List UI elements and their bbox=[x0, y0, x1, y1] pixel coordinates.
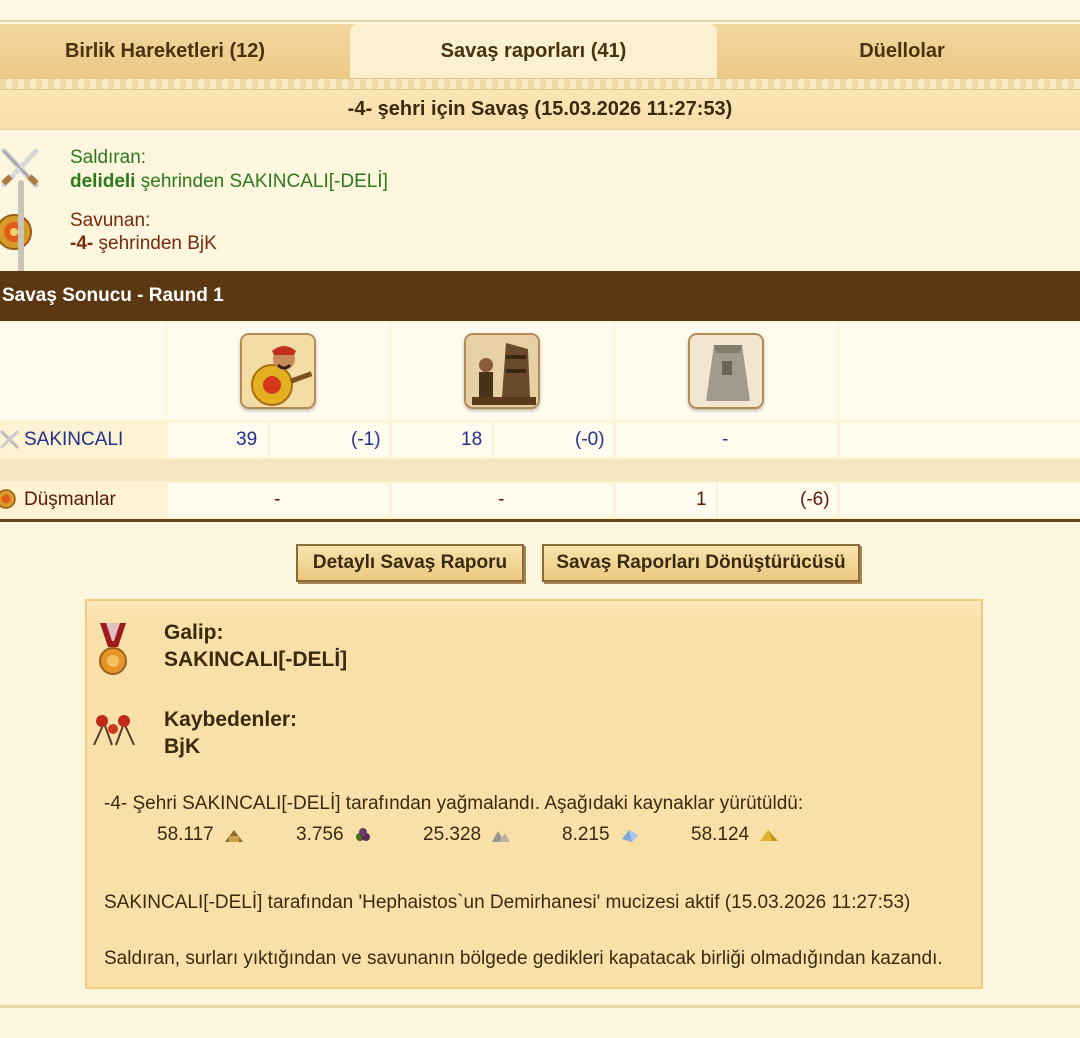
enemy-army-row: Düşmanlar - - 1 (-6) bbox=[0, 481, 1080, 519]
empty-cell bbox=[840, 323, 1080, 419]
unit-cell bbox=[392, 323, 613, 419]
losers-name: BjK bbox=[164, 735, 201, 758]
defender-city-text: şehrinden BjK bbox=[98, 233, 217, 254]
unit-cell bbox=[168, 323, 389, 419]
report-title: -4- şehri için Savaş (15.03.2026 11:27:5… bbox=[0, 90, 1080, 130]
attacker-city-text: şehrinden SAKINCALI[-DELİ] bbox=[140, 171, 388, 192]
medal-icon bbox=[99, 623, 127, 675]
battle-summary-box: Galip: SAKINCALI[-DELİ] Kaybedenler: BjK… bbox=[85, 599, 983, 989]
defender-heading: Savunan: bbox=[70, 210, 151, 231]
enemy-army-name: Düşmanlar bbox=[24, 489, 116, 510]
attacker-heading: Saldıran: bbox=[70, 147, 147, 168]
losers-label: Kaybedenler: bbox=[164, 708, 298, 731]
hoplite-unit-icon[interactable] bbox=[240, 333, 316, 409]
resource-sulfur: 58.124 bbox=[691, 824, 780, 846]
defender-line: -4- şehrinden BjK bbox=[70, 233, 217, 255]
marble-icon bbox=[492, 830, 511, 842]
top-strip bbox=[0, 0, 1080, 22]
resource-wood: 58.117 bbox=[157, 824, 245, 846]
report-converter-button[interactable]: Savaş Raporları Dönüştürücüsü bbox=[542, 544, 860, 582]
resource-wine: 3.756 bbox=[296, 824, 375, 846]
unit-images-row bbox=[0, 321, 1080, 422]
own-army-row: SAKINCALI 39 (-1) 18 (-0) - bbox=[0, 421, 1080, 459]
sulfur-icon bbox=[760, 829, 779, 841]
resource-crystal: 8.215 bbox=[562, 824, 641, 846]
tab-bar: Birlik Hareketleri (12) Savaş raporları … bbox=[0, 24, 1080, 78]
defeated-soldiers-icon bbox=[93, 715, 135, 746]
unit-cell bbox=[616, 323, 837, 419]
bottom-divider bbox=[0, 1005, 1080, 1008]
enemy-unit1-count: - bbox=[274, 489, 281, 510]
siege-unit-icon[interactable] bbox=[464, 333, 540, 409]
tab-troop-movements[interactable]: Birlik Hareketleri (12) bbox=[0, 24, 330, 78]
defender-player-link[interactable]: -4- bbox=[70, 233, 93, 254]
empty-cell bbox=[0, 323, 165, 419]
attacker-player-link[interactable]: delideli bbox=[70, 171, 135, 192]
winner-label: Galip: bbox=[164, 621, 224, 644]
crystal-icon bbox=[621, 829, 638, 842]
wood-icon bbox=[224, 829, 243, 842]
crossed-swords-icon bbox=[0, 429, 20, 450]
pillage-text: -4- Şehri SAKINCALI[-DELİ] tarafından ya… bbox=[104, 793, 804, 814]
unit1-count: 39 bbox=[236, 429, 258, 450]
own-army-name[interactable]: SAKINCALI bbox=[24, 429, 123, 451]
wonder-text: SAKINCALI[-DELİ] tarafından 'Hephaistos`… bbox=[104, 892, 911, 913]
winner-name: SAKINCALI[-DELİ] bbox=[164, 648, 348, 671]
table-bottom-border bbox=[0, 519, 1080, 522]
unit2-count: 18 bbox=[461, 429, 483, 450]
unit3-count: - bbox=[722, 429, 729, 450]
unit2-loss: (-0) bbox=[575, 429, 605, 450]
wall-unit-icon[interactable] bbox=[688, 333, 764, 409]
attacker-line: delideli şehrinden SAKINCALI[-DELİ] bbox=[70, 171, 388, 193]
enemy-unit3-loss: (-6) bbox=[800, 489, 830, 510]
detailed-report-button[interactable]: Detaylı Savaş Raporu bbox=[296, 544, 524, 582]
battle-result-header: Savaş Sonucu - Raund 1 bbox=[0, 271, 1080, 321]
row-separator bbox=[0, 459, 1080, 481]
decorative-border bbox=[0, 78, 1080, 90]
parties-section: Saldıran: delideli şehrinden SAKINCALI[-… bbox=[0, 131, 1080, 271]
victory-reason-text: Saldıran, surları yıktığından ve savunan… bbox=[104, 948, 943, 969]
enemy-unit3-count: 1 bbox=[696, 489, 707, 510]
resource-marble: 25.328 bbox=[423, 824, 512, 846]
tab-duels[interactable]: Düellolar bbox=[724, 24, 1080, 78]
wine-icon bbox=[355, 827, 370, 841]
tab-combat-reports[interactable]: Savaş raporları (41) bbox=[350, 24, 717, 78]
enemy-unit2-count: - bbox=[498, 489, 505, 510]
unit1-loss: (-1) bbox=[351, 429, 381, 450]
shield-icon bbox=[0, 489, 16, 509]
